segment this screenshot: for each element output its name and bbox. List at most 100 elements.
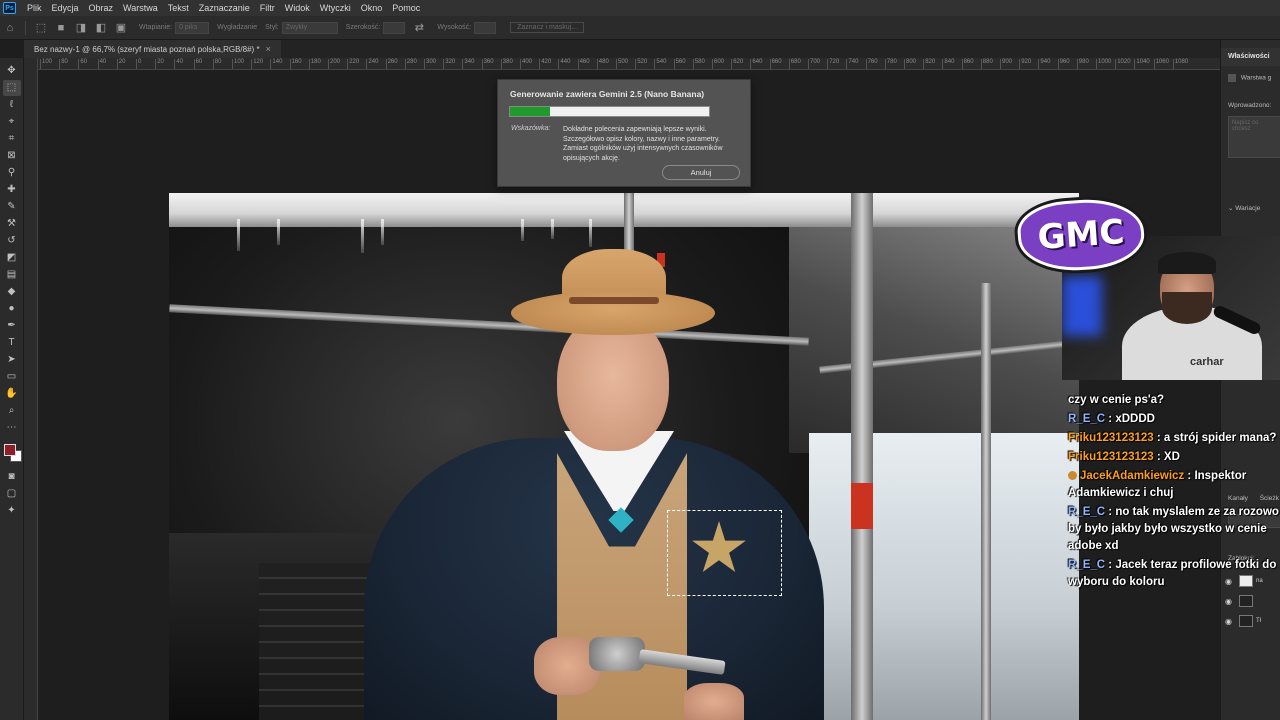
generative-fill-icon[interactable]: ✦ (3, 503, 21, 519)
add-selection-icon[interactable]: ◨ (75, 22, 87, 34)
screen-mode-icon[interactable]: ▢ (3, 486, 21, 502)
ruler-tick-label: 180 (308, 59, 321, 69)
crop-tool-icon[interactable]: ⌗ (3, 131, 21, 147)
select-and-mask-button[interactable]: Zaznacz i maskuj... (510, 22, 585, 33)
move-tool-icon[interactable]: ✥ (3, 63, 21, 79)
ruler-tick-label: 300 (423, 59, 437, 69)
chat-text: czy w cenie ps'a? (1068, 394, 1165, 406)
quick-mask-icon[interactable]: ◙ (3, 469, 21, 485)
ruler-tick-label: 760 (865, 59, 878, 69)
document-tab-title: Bez nazwy-1 @ 66,7% (szeryf miasta pozna… (34, 44, 260, 54)
layer-type-text: Warstwa g (1240, 74, 1272, 82)
ruler-tick-label: 340 (462, 59, 475, 69)
hint-text: Dokładne polecenia zapewniają lepsze wyn… (563, 126, 723, 162)
prompt-input[interactable]: Napisz co chcesz (1228, 116, 1280, 158)
dialog-title: Generowanie zawiera Gemini 2.5 (Nano Ban… (510, 89, 705, 99)
object-selection-tool-icon[interactable]: ⌖ (3, 114, 21, 130)
layer-row[interactable]: ◉ (1225, 592, 1280, 610)
ruler-tick-label: 1020 (1115, 59, 1131, 69)
intersect-selection-icon[interactable]: ▣ (115, 22, 127, 34)
healing-brush-tool-icon[interactable]: ✚ (3, 182, 21, 198)
ruler-tick-label: 540 (654, 59, 667, 69)
layer-row[interactable]: ◉ Tł (1225, 612, 1280, 630)
document-tab-bar: Bez nazwy-1 @ 66,7% (szeryf miasta pozna… (24, 40, 1220, 58)
menu-filter[interactable]: Filtr (255, 3, 280, 13)
document-image[interactable] (169, 193, 1079, 720)
document-tab[interactable]: Bez nazwy-1 @ 66,7% (szeryf miasta pozna… (24, 40, 281, 58)
tab-properties[interactable]: Właściwości (1221, 48, 1280, 66)
chat-username: Friku123123123 (1068, 432, 1154, 444)
style-select[interactable]: Zwykły (281, 21, 338, 34)
menu-file[interactable]: Plik (22, 3, 47, 13)
photoshop-logo: Ps (3, 2, 16, 14)
brush-tool-icon[interactable]: ✎ (3, 199, 21, 215)
home-icon[interactable]: ⌂ (4, 22, 16, 34)
icicle (361, 219, 364, 253)
subtract-selection-icon[interactable]: ◧ (95, 22, 107, 34)
ruler-tick-label: 720 (827, 59, 840, 69)
color-swatches[interactable] (2, 442, 22, 468)
vertical-ruler (24, 58, 38, 720)
frame-tool-icon[interactable]: ⊠ (3, 148, 21, 164)
more-tools-icon[interactable]: ⋯ (3, 420, 21, 436)
menu-window[interactable]: Okno (356, 3, 388, 13)
new-selection-icon[interactable]: ■ (55, 22, 67, 34)
ruler-tick-label: 460 (577, 59, 590, 69)
cancel-button[interactable]: Anuluj (662, 165, 740, 180)
width-input[interactable] (383, 21, 406, 34)
gradient-tool-icon[interactable]: ▤ (3, 267, 21, 283)
icicle (277, 219, 280, 245)
ruler-tick-label: 360 (481, 59, 494, 69)
layer-thumbnail (1239, 595, 1253, 607)
close-icon[interactable]: × (266, 44, 271, 54)
foreground-color-swatch[interactable] (3, 444, 16, 456)
chat-message: R_E_C : no tak myslalem ze za rozowo by … (1068, 506, 1279, 552)
marquee-selection[interactable] (667, 510, 782, 596)
menu-layer[interactable]: Warstwa (118, 3, 163, 13)
ruler-tick-label: 840 (942, 59, 955, 69)
lasso-tool-icon[interactable]: ℓ (3, 97, 21, 113)
dodge-tool-icon[interactable]: ● (3, 301, 21, 317)
zoom-tool-icon[interactable]: ⌕ (3, 403, 21, 419)
ruler-tick-label: 280 (404, 59, 417, 69)
pen-tool-icon[interactable]: ✒ (3, 318, 21, 334)
width-label: Szerokość: (345, 24, 381, 31)
eye-icon[interactable]: ◉ (1225, 597, 1235, 606)
ruler-tick-label: 80 (59, 59, 68, 69)
menu-image[interactable]: Obraz (84, 3, 119, 13)
chat-message: JacekAdamkiewicz : Inspektor Adamkiewicz… (1068, 470, 1247, 499)
eraser-tool-icon[interactable]: ◩ (3, 250, 21, 266)
history-brush-tool-icon[interactable]: ↺ (3, 233, 21, 249)
photoshop-window: Ps Plik Edycja Obraz Warstwa Tekst Zazna… (0, 0, 1280, 720)
variations-header[interactable]: ⌄ Wariacje (1228, 204, 1260, 212)
eyedropper-tool-icon[interactable]: ⚲ (3, 165, 21, 181)
revolver-cylinder (589, 637, 645, 671)
ruler-tick-label: 160 (289, 59, 302, 69)
ruler-tick-label: 420 (539, 59, 552, 69)
path-selection-tool-icon[interactable]: ➤ (3, 352, 21, 368)
eye-icon[interactable]: ◉ (1225, 617, 1235, 626)
divider (25, 20, 26, 35)
feather-input[interactable]: 0 piks (175, 21, 210, 34)
chat-message: R_E_C : xDDDD (1068, 413, 1155, 425)
menu-select[interactable]: Zaznaczanie (194, 3, 255, 13)
menu-type[interactable]: Tekst (163, 3, 194, 13)
hand-tool-icon[interactable]: ✋ (3, 386, 21, 402)
menu-edit[interactable]: Edycja (47, 3, 84, 13)
menu-help[interactable]: Pomoc (387, 3, 425, 13)
rectangular-marquee-tool-icon[interactable]: ⬚ (2, 79, 21, 96)
chat-message: R_E_C : Jacek teraz profilowe fotki do w… (1068, 559, 1277, 588)
blur-tool-icon[interactable]: ◆ (3, 284, 21, 300)
swap-dimensions-icon[interactable]: ⇄ (413, 22, 425, 34)
menu-view[interactable]: Widok (280, 3, 315, 13)
antialias-checkbox[interactable]: Wygładzanie (217, 24, 257, 31)
marquee-preset-icon[interactable]: ⬚ (35, 22, 47, 34)
type-tool-icon[interactable]: T (3, 335, 21, 351)
menu-plugins[interactable]: Wtyczki (315, 3, 356, 13)
chat-message: Friku123123123 : a strój spider mana? (1068, 432, 1277, 444)
layer-name: Tł (1256, 618, 1261, 624)
height-input[interactable] (474, 21, 497, 34)
clone-stamp-tool-icon[interactable]: ⚒ (3, 216, 21, 232)
rectangle-tool-icon[interactable]: ▭ (3, 369, 21, 385)
ruler-tick-label: 1060 (1153, 59, 1169, 69)
